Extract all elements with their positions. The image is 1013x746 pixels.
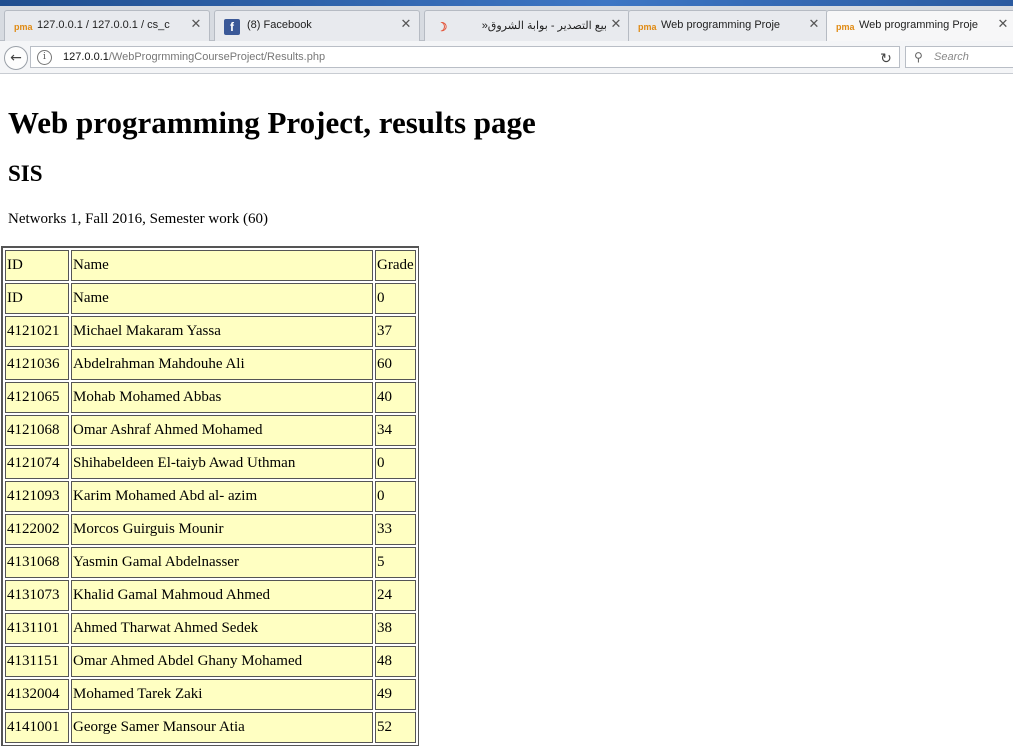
cell-grade: 34 (375, 415, 416, 446)
cell-grade: 0 (375, 481, 416, 512)
table-row: ID Name 0 (5, 283, 416, 314)
address-bar[interactable]: i 127.0.0.1/WebProgrmmingCourseProject/R… (30, 46, 900, 68)
cell-id: 4121068 (5, 415, 69, 446)
tab-2[interactable]: f (8) Facebook ✕ (214, 10, 420, 41)
cell-name: Morcos Guirguis Mounir (71, 514, 373, 545)
table-row: 4141001 George Samer Mansour Atia 52 (5, 712, 416, 743)
close-tab-icon[interactable]: ✕ (399, 17, 413, 31)
table-row: 4121036 Abdelrahman Mahdouhe Ali 60 (5, 349, 416, 380)
back-button[interactable]: ← (4, 46, 28, 70)
table-row: 4122002 Morcos Guirguis Mounir 33 (5, 514, 416, 545)
tab-1[interactable]: pma 127.0.0.1 / 127.0.0.1 / cs_c ✕ (4, 10, 210, 41)
cell-grade: 38 (375, 613, 416, 644)
results-table: ID Name Grade ID Name 0 4121021 Michael Maka… (1, 246, 419, 746)
tab-title: Web programming Proje (859, 19, 979, 31)
tab-title: Web programming Proje (661, 19, 781, 31)
cell-name: Omar Ashraf Ahmed Mohamed (71, 415, 373, 446)
table-row: 4131073 Khalid Gamal Mahmoud Ahmed 24 (5, 580, 416, 611)
phpmyadmin-icon: pma (14, 22, 33, 32)
close-tab-icon[interactable]: ✕ (996, 17, 1010, 31)
cell-id: 4121074 (5, 448, 69, 479)
cell-grade: 5 (375, 547, 416, 578)
cell-name: Name (71, 283, 373, 314)
cell-grade: 37 (375, 316, 416, 347)
cell-id: 4121093 (5, 481, 69, 512)
table-row: 4121065 Mohab Mohamed Abbas 40 (5, 382, 416, 413)
search-input[interactable]: ⚲ Search (905, 46, 1013, 68)
cell-grade: 33 (375, 514, 416, 545)
table-header: ID Name Grade (5, 250, 416, 281)
close-tab-icon[interactable]: ✕ (609, 17, 623, 31)
reload-icon[interactable]: ↻ (876, 49, 896, 69)
cell-grade: 0 (375, 448, 416, 479)
cell-name: Abdelrahman Mahdouhe Ali (71, 349, 373, 380)
table-header-row: ID Name Grade (5, 250, 416, 281)
shorouk-icon: ☽ (436, 20, 448, 34)
course-info: Networks 1, Fall 2016, Semester work (60… (8, 211, 268, 227)
cell-id: 4132004 (5, 679, 69, 710)
cell-name: Shihabeldeen El-taiyb Awad Uthman (71, 448, 373, 479)
page-content: Web programming Project, results page SI… (1, 74, 1008, 746)
table-row: 4131151 Omar Ahmed Abdel Ghany Mohamed 48 (5, 646, 416, 677)
phpmyadmin-icon: pma (836, 22, 855, 32)
tab-5[interactable]: pma Web programming Proje ✕ (826, 10, 1013, 42)
cell-grade: 40 (375, 382, 416, 413)
cell-id: 4121036 (5, 349, 69, 380)
phpmyadmin-icon: pma (638, 22, 657, 32)
cell-id: 4121021 (5, 316, 69, 347)
cell-name: Karim Mohamed Abd al- azim (71, 481, 373, 512)
close-tab-icon[interactable]: ✕ (189, 17, 203, 31)
table-row: 4121021 Michael Makaram Yassa 37 (5, 316, 416, 347)
table-row: 4131101 Ahmed Tharwat Ahmed Sedek 38 (5, 613, 416, 644)
cell-name: Ahmed Tharwat Ahmed Sedek (71, 613, 373, 644)
close-tab-icon[interactable]: ✕ (807, 17, 821, 31)
cell-grade: 48 (375, 646, 416, 677)
table-body: ID Name 0 4121021 Michael Makaram Yassa 37 412… (5, 283, 416, 743)
page-title: Web programming Project, results page (8, 105, 536, 140)
cell-id: 4131073 (5, 580, 69, 611)
cell-id: 4121065 (5, 382, 69, 413)
url-host: 127.0.0.1 (63, 51, 109, 63)
info-icon[interactable]: i (37, 50, 52, 65)
cell-name: Yasmin Gamal Abdelnasser (71, 547, 373, 578)
cell-grade: 52 (375, 712, 416, 743)
table-row: 4132004 Mohamed Tarek Zaki 49 (5, 679, 416, 710)
facebook-icon: f (224, 19, 240, 35)
page-subtitle: SIS (8, 161, 43, 186)
cell-name: Omar Ahmed Abdel Ghany Mohamed (71, 646, 373, 677)
table-row: 4131068 Yasmin Gamal Abdelnasser 5 (5, 547, 416, 578)
cell-id: 4122002 (5, 514, 69, 545)
cell-id: 4131068 (5, 547, 69, 578)
tab-title: بيع التصدير - بوابة الشروق« (481, 20, 607, 32)
cell-id: 4131151 (5, 646, 69, 677)
cell-name: Mohab Mohamed Abbas (71, 382, 373, 413)
tab-title: (8) Facebook (247, 19, 312, 31)
navigation-bar: ← i 127.0.0.1/WebProgrmmingCourseProject… (0, 41, 1013, 74)
tab-3[interactable]: ☽ بيع التصدير - بوابة الشروق« ✕ (424, 10, 630, 41)
header-name: Name (71, 250, 373, 281)
cell-grade: 49 (375, 679, 416, 710)
table-row: 4121093 Karim Mohamed Abd al- azim 0 (5, 481, 416, 512)
url-text: 127.0.0.1/WebProgrmmingCourseProject/Res… (63, 47, 325, 67)
cell-grade: 24 (375, 580, 416, 611)
table-row: 4121074 Shihabeldeen El-taiyb Awad Uthman… (5, 448, 416, 479)
header-grade: Grade (375, 250, 416, 281)
url-path: /WebProgrmmingCourseProject/Results.php (108, 51, 326, 63)
cell-grade: 60 (375, 349, 416, 380)
search-placeholder: Search (934, 51, 969, 63)
search-icon: ⚲ (914, 50, 923, 64)
tab-4[interactable]: pma Web programming Proje ✕ (628, 10, 828, 41)
cell-name: Khalid Gamal Mahmoud Ahmed (71, 580, 373, 611)
tab-bar: pma 127.0.0.1 / 127.0.0.1 / cs_c ✕ f (8) Fac… (0, 6, 1013, 42)
cell-id: 4131101 (5, 613, 69, 644)
header-id: ID (5, 250, 69, 281)
table-row: 4121068 Omar Ashraf Ahmed Mohamed 34 (5, 415, 416, 446)
cell-name: Mohamed Tarek Zaki (71, 679, 373, 710)
cell-id: ID (5, 283, 69, 314)
cell-grade: 0 (375, 283, 416, 314)
cell-id: 4141001 (5, 712, 69, 743)
cell-name: Michael Makaram Yassa (71, 316, 373, 347)
tab-title: 127.0.0.1 / 127.0.0.1 / cs_c (37, 19, 170, 31)
cell-name: George Samer Mansour Atia (71, 712, 373, 743)
